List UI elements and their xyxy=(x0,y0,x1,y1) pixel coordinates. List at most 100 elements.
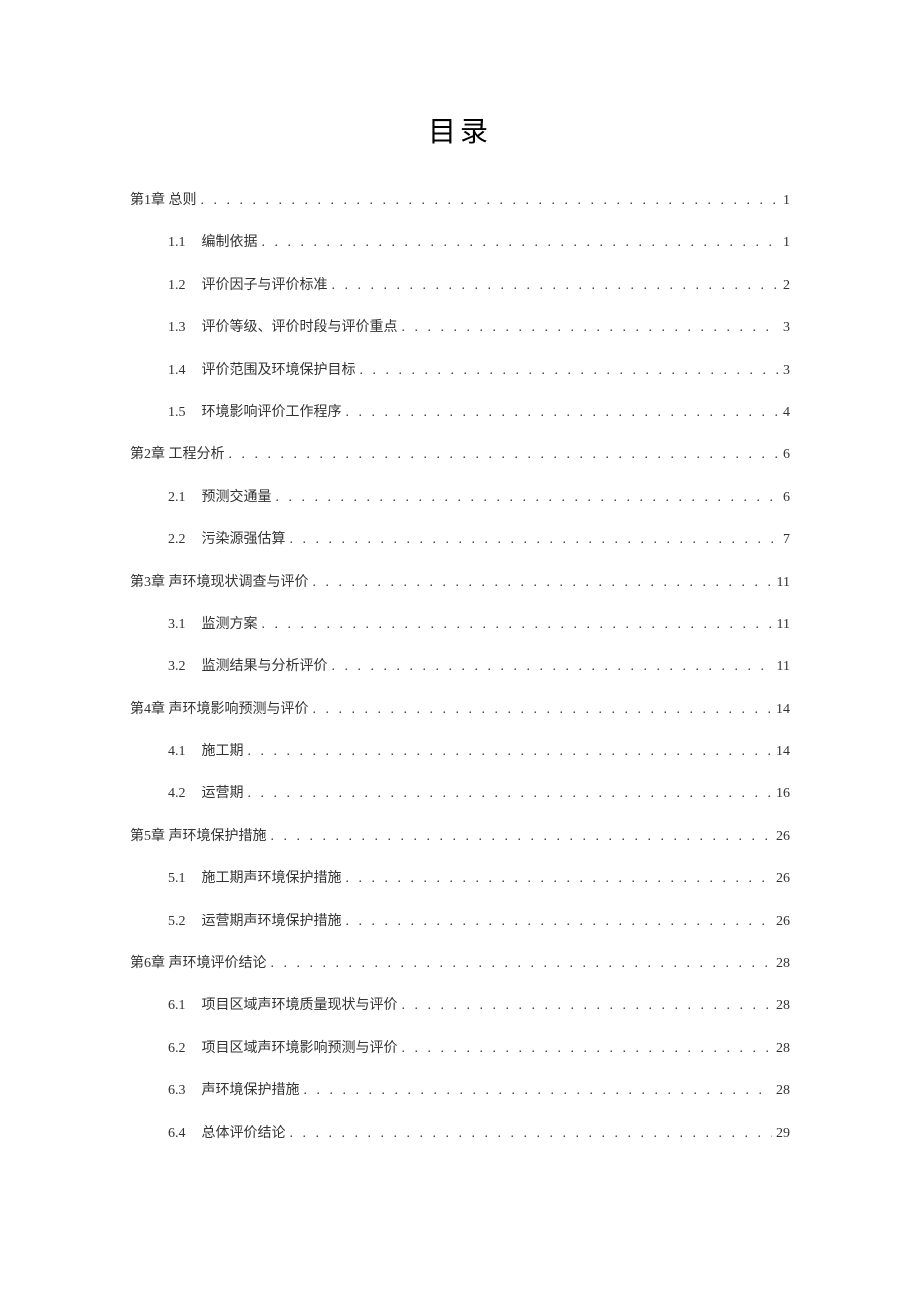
toc-entry-label: 评价范围及环境保护目标 xyxy=(202,360,356,382)
toc-entry: 1.1编制依据1 xyxy=(130,232,790,254)
toc-entry-number: 2.2 xyxy=(168,529,186,551)
toc-entry: 6.4总体评价结论29 xyxy=(130,1123,790,1145)
toc-entry-label: 预测交通量 xyxy=(202,487,272,509)
toc-entry-page: 6 xyxy=(783,487,790,509)
toc-leader-dots xyxy=(271,953,773,975)
toc-entry: 第6章 声环境评价结论 28 xyxy=(130,953,790,975)
toc-entry-label: 编制依据 xyxy=(202,232,258,254)
toc-entry: 6.3 声环境保护措施 28 xyxy=(130,1080,790,1102)
toc-entry-page: 3 xyxy=(783,360,790,382)
toc-leader-dots xyxy=(402,317,780,339)
toc-entry-number: 6.1 xyxy=(168,995,186,1017)
toc-entry-number: 1.1 xyxy=(168,232,186,254)
toc-entry: 1.4 评价范围及环境保护目标 3 xyxy=(130,360,790,382)
table-of-contents: 第1章 总则 1 1.1 编制依据 1 1.2 评价因子与评价标准 2 1.3 评价等级、评价时段… xyxy=(130,190,790,1145)
toc-leader-dots xyxy=(313,699,773,721)
toc-entry-page: 14 xyxy=(776,699,790,721)
toc-entry-label: 运营期 xyxy=(202,783,244,805)
toc-leader-dots xyxy=(360,360,780,382)
toc-entry: 6.1项目区域声环境质量现状与评价28 xyxy=(130,995,790,1017)
toc-entry-page: 11 xyxy=(777,572,790,594)
toc-entry: 4.2运营期16 xyxy=(130,783,790,805)
toc-entry: 4.1 施工期 14 xyxy=(130,741,790,763)
toc-entry: 第4章 声环境影响预测与评价 14 xyxy=(130,699,790,721)
toc-entry: 6.2 项目区域声环境影响预测与评价 28 xyxy=(130,1038,790,1060)
toc-entry-page: 28 xyxy=(776,1038,790,1060)
toc-entry-label: 第5章 声环境保护措施 xyxy=(130,826,267,848)
toc-entry-number: 1.4 xyxy=(168,360,186,382)
toc-entry-label: 评价因子与评价标准 xyxy=(202,275,328,297)
toc-entry-label: 评价等级、评价时段与评价重点 xyxy=(202,317,398,339)
toc-entry-label: 声环境保护措施 xyxy=(202,1080,300,1102)
toc-entry: 5.1 施工期声环境保护措施 26 xyxy=(130,868,790,890)
toc-entry-page: 28 xyxy=(776,995,790,1017)
toc-entry-label: 项目区域声环境影响预测与评价 xyxy=(202,1038,398,1060)
toc-entry: 1.3 评价等级、评价时段与评价重点 3 xyxy=(130,317,790,339)
toc-entry-number: 2.1 xyxy=(168,487,186,509)
toc-entry-label: 环境影响评价工作程序 xyxy=(202,402,342,424)
toc-entry-page: 11 xyxy=(777,656,790,678)
toc-entry: 第2章 工程分析 6 xyxy=(130,444,790,466)
toc-entry-label: 第6章 声环境评价结论 xyxy=(130,953,267,975)
toc-entry-label: 监测方案 xyxy=(202,614,258,636)
toc-entry-label: 运营期声环境保护措施 xyxy=(202,911,342,933)
toc-leader-dots xyxy=(201,190,780,212)
toc-entry-label: 施工期声环境保护措施 xyxy=(202,868,342,890)
toc-entry-number: 3.2 xyxy=(168,656,186,678)
toc-entry-number: 6.2 xyxy=(168,1038,186,1060)
toc-entry-number: 4.1 xyxy=(168,741,186,763)
toc-leader-dots xyxy=(271,826,773,848)
toc-entry: 第5章 声环境保护措施26 xyxy=(130,826,790,848)
toc-entry-number: 3.1 xyxy=(168,614,186,636)
toc-entry: 3.2 监测结果与分析评价 11 xyxy=(130,656,790,678)
toc-leader-dots xyxy=(346,868,773,890)
document-title: 目录 xyxy=(130,110,790,150)
toc-entry-page: 14 xyxy=(776,741,790,763)
toc-entry: 1.2 评价因子与评价标准 2 xyxy=(130,275,790,297)
toc-entry-page: 4 xyxy=(783,402,790,424)
toc-entry-label: 监测结果与分析评价 xyxy=(202,656,328,678)
toc-leader-dots xyxy=(332,656,773,678)
toc-entry-number: 1.5 xyxy=(168,402,186,424)
toc-entry-page: 2 xyxy=(783,275,790,297)
toc-entry: 2.2 污染源强估算 7 xyxy=(130,529,790,551)
toc-entry-label: 第4章 声环境影响预测与评价 xyxy=(130,699,309,721)
toc-entry: 3.1 监测方案 11 xyxy=(130,614,790,636)
toc-leader-dots xyxy=(290,529,780,551)
toc-entry-page: 11 xyxy=(777,614,790,636)
toc-entry-label: 污染源强估算 xyxy=(202,529,286,551)
toc-entry-label: 施工期 xyxy=(202,741,244,763)
toc-entry-page: 29 xyxy=(776,1123,790,1145)
toc-leader-dots xyxy=(304,1080,773,1102)
toc-leader-dots xyxy=(229,444,780,466)
toc-entry: 5.2运营期声环境保护措施26 xyxy=(130,911,790,933)
toc-entry-page: 28 xyxy=(776,953,790,975)
toc-leader-dots xyxy=(262,232,780,254)
toc-leader-dots xyxy=(313,572,773,594)
toc-entry-page: 3 xyxy=(783,317,790,339)
toc-leader-dots xyxy=(290,1123,773,1145)
toc-entry-number: 6.3 xyxy=(168,1080,186,1102)
toc-entry-label: 总体评价结论 xyxy=(202,1123,286,1145)
toc-leader-dots xyxy=(248,741,773,763)
toc-entry-label: 第3章 声环境现状调查与评价 xyxy=(130,572,309,594)
toc-entry-page: 7 xyxy=(783,529,790,551)
toc-entry-label: 第1章 总则 xyxy=(130,190,197,212)
toc-leader-dots xyxy=(262,614,773,636)
toc-entry-number: 1.2 xyxy=(168,275,186,297)
toc-leader-dots xyxy=(248,783,773,805)
toc-leader-dots xyxy=(402,1038,773,1060)
toc-entry-page: 26 xyxy=(776,868,790,890)
toc-entry-label: 第2章 工程分析 xyxy=(130,444,225,466)
toc-entry: 1.5 环境影响评价工作程序 4 xyxy=(130,402,790,424)
toc-entry: 2.1 预测交通量 6 xyxy=(130,487,790,509)
toc-entry-page: 1 xyxy=(783,190,790,212)
toc-entry-page: 6 xyxy=(783,444,790,466)
toc-entry-number: 5.1 xyxy=(168,868,186,890)
toc-entry: 第3章 声环境现状调查与评价 11 xyxy=(130,572,790,594)
toc-entry-number: 1.3 xyxy=(168,317,186,339)
toc-leader-dots xyxy=(276,487,780,509)
toc-leader-dots xyxy=(332,275,780,297)
toc-entry: 第1章 总则 1 xyxy=(130,190,790,212)
toc-entry-page: 28 xyxy=(776,1080,790,1102)
